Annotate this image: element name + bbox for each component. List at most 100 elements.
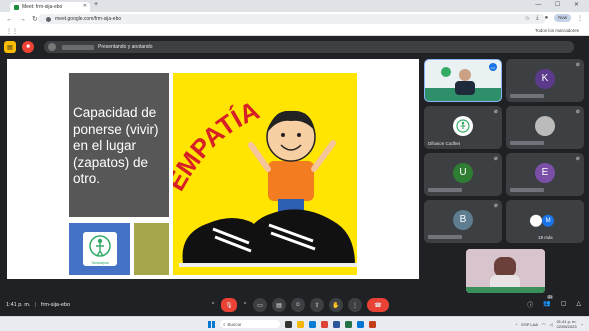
meeting-info: 1:41 p. m. | frm-sija-ebo [6,302,70,308]
address-bar[interactable]: meet.google.com/frm-sija-ebo [38,14,546,24]
codhet-logo: Tamaulipas [83,232,117,266]
mic-off-icon: ⊘ [493,203,498,209]
windows-start-icon[interactable] [208,320,215,328]
mic-toggle-button[interactable]: 🎙 [221,298,237,312]
browser-toolbar: ← → ↻ meet.google.com/frm-sija-ebo ☆ ⤓ ●… [0,12,589,26]
file-explorer-icon[interactable] [297,320,304,328]
slide-line: otro. [73,171,101,186]
camera-options-chevron-icon[interactable]: ^ [242,298,248,312]
presenter-banner: Presentando y anotando [44,41,574,53]
notifications-icon[interactable]: ◔ [581,322,583,327]
new-tab-icon[interactable]: + [94,1,98,8]
participant-name: Difusion Codhet [428,141,461,146]
participant-tile-video[interactable]: ••• [424,59,502,102]
meeting-time: 1:41 p. m. [6,302,31,308]
all-bookmarks-link[interactable]: Todos los marcadores [535,28,579,33]
system-tray: ^ ESP LAA ◠ ◁ 01:41 p. m. 22/05/2023 ◔ [515,319,583,329]
bookmarks-bar: ⋮⋮ Todos los marcadores [0,26,589,36]
stop-presenting-icon[interactable]: ■ [22,41,34,53]
participant-tile[interactable]: B ⊘ [424,200,502,243]
meet-call-area: ▤ ■ Presentando y anotando Capacidad de … [0,36,589,316]
empathy-illustration: EMPATÍA [173,73,357,275]
captions-button[interactable]: ▤ [272,298,286,312]
menu-icon[interactable]: ⋮ [577,15,583,22]
slide-text-box: Capacidad de ponerse (vivir) en el lugar… [69,73,169,217]
activities-icon[interactable]: ▤ [4,41,16,53]
grouped-avatar: M [542,214,555,227]
more-participants-tile[interactable]: M 19 más [506,200,584,243]
edge-icon[interactable] [309,320,316,328]
participant-name-blurred [510,141,544,145]
participant-photo-avatar [535,115,555,136]
clock-date: 22/05/2023 [556,324,577,329]
info-icon[interactable]: ⓘ [527,300,533,309]
back-icon[interactable]: ← [6,16,13,23]
download-icon[interactable]: ⤓ [536,15,539,22]
task-view-icon[interactable] [285,320,292,328]
participant-avatar: U [453,162,473,183]
window-controls[interactable]: — ☐ ✕ [535,1,585,8]
speaking-indicator-icon: ••• [489,63,497,71]
volume-icon[interactable]: ◁ [549,322,552,327]
participant-avatar: K [535,68,555,89]
self-view-video[interactable] [466,249,545,293]
forward-icon[interactable]: → [19,16,26,23]
excel-icon[interactable] [345,320,352,328]
reactions-button[interactable]: ☺ [291,298,305,312]
star-icon[interactable]: ☆ [525,15,530,22]
participant-tile[interactable]: K ⊘ [506,59,584,102]
browser-tab[interactable]: Meet: frm-sija-ebo ✕ [10,2,90,12]
taskbar-search[interactable]: ⌕ Buscar [220,320,280,328]
powerpoint-icon[interactable] [369,320,376,328]
more-options-button[interactable]: ⋮ [348,298,362,312]
wifi-icon[interactable]: ◠ [542,322,546,327]
more-count-label: 19 más [538,235,553,240]
profile-icon[interactable]: ● [545,15,549,21]
call-controls: ^ 🎙 ^ ▭ ▤ ☺ ⇧ ✋ ⋮ ☎ [210,298,389,312]
slide-line: Capacidad de [73,105,157,120]
apps-grid-icon[interactable]: ⋮⋮ [6,28,18,35]
participant-name-blurred [510,188,544,192]
chat-icon[interactable]: ▢ [561,300,567,309]
tray-chevron-icon[interactable]: ^ [515,322,517,327]
reload-icon[interactable]: ↻ [32,15,38,23]
mic-off-icon: ⊘ [575,62,580,68]
site-info-icon[interactable] [46,16,51,22]
url-text: meet.google.com/frm-sija-ebo [55,16,122,22]
participant-tile[interactable]: ⊘ [506,106,584,149]
presenter-avatar [48,43,56,51]
taskbar-clock[interactable]: 01:41 p. m. 22/05/2023 [557,319,577,329]
chrome-icon[interactable] [321,320,328,328]
slide-olive-block [134,223,169,275]
participant-name-blurred [428,235,462,239]
logo-caption: Tamaulipas [91,261,109,265]
word-icon[interactable] [333,320,340,328]
present-button[interactable]: ⇧ [310,298,324,312]
profile-button[interactable]: Nvw [554,14,571,22]
taskbar-apps: ⌕ Buscar [208,320,376,328]
participant-avatar: B [453,209,473,230]
people-icon[interactable]: 👥 21 [543,295,554,309]
slide-logo-panel: Tamaulipas [69,223,130,275]
close-tab-icon[interactable]: ✕ [83,3,87,9]
leave-call-button[interactable]: ☎ [367,298,389,312]
participant-tile[interactable]: U ⊘ [424,153,502,196]
raise-hand-button[interactable]: ✋ [329,298,343,312]
meet-bottom-bar: 1:41 p. m. | frm-sija-ebo ^ 🎙 ^ ▭ ▤ ☺ ⇧ … [0,295,589,316]
camera-toggle-button[interactable]: ▭ [253,298,267,312]
taskbar-search-placeholder: Buscar [227,321,242,327]
meeting-code: frm-sija-ebo [40,302,71,308]
browser-tab-strip: Meet: frm-sija-ebo ✕ + — ☐ ✕ [0,0,589,12]
mic-off-icon: ⊘ [493,156,498,162]
activities-shapes-icon[interactable]: △ [576,300,581,309]
meet-top-bar: ▤ ■ Presentando y anotando [4,40,584,54]
presentation-stage: Capacidad de ponerse (vivir) en el lugar… [7,59,419,279]
participant-tile[interactable]: E ⊘ [506,153,584,196]
participant-name-blurred [428,188,462,192]
tray-language[interactable]: ESP LAA [521,322,538,327]
participant-tile[interactable]: ⊘ Difusion Codhet [424,106,502,149]
mic-options-chevron-icon[interactable]: ^ [210,298,216,312]
presenter-status: Presentando y anotando [98,44,153,50]
mail-icon[interactable] [357,320,364,328]
toolbar-actions: ☆ ⤓ ● Nvw ⋮ [525,14,583,22]
